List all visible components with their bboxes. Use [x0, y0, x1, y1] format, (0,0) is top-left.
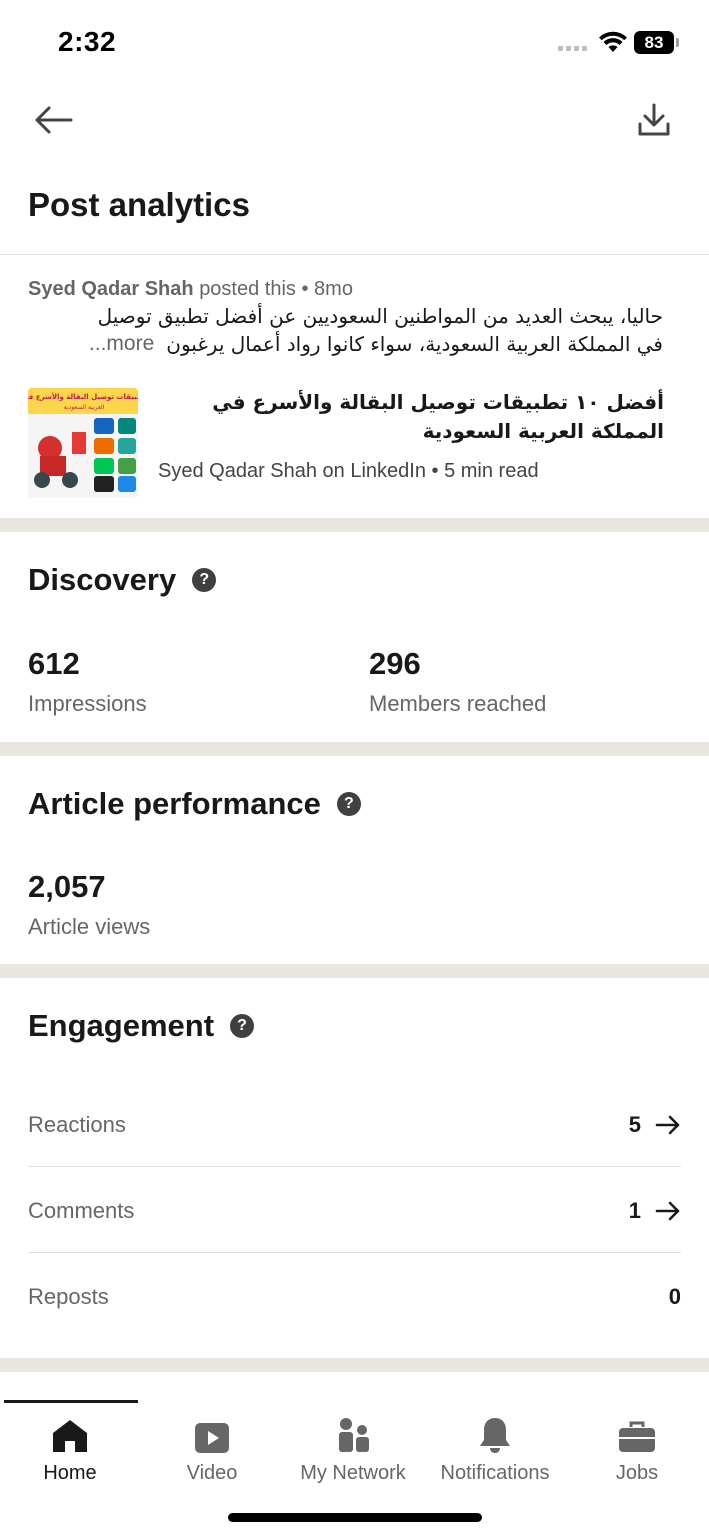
- tab-jobs[interactable]: Jobs: [567, 1410, 707, 1485]
- article-performance-title: Article performance: [28, 786, 321, 821]
- section-separator: [0, 742, 709, 756]
- impressions-label: Impressions: [28, 691, 147, 716]
- article-performance-section-title: Article performance ?: [28, 786, 361, 822]
- engagement-row-reactions[interactable]: Reactions 5: [28, 1082, 681, 1168]
- divider: [0, 254, 709, 255]
- download-button[interactable]: [630, 96, 678, 144]
- tab-home[interactable]: Home: [0, 1410, 140, 1485]
- help-icon[interactable]: ?: [230, 1014, 255, 1038]
- network-icon: [339, 1418, 369, 1452]
- status-time: 2:32: [58, 26, 117, 57]
- see-more-link[interactable]: ...more: [89, 330, 154, 358]
- post-text[interactable]: حاليا، يبحث العديد من المواطنين السعوديي…: [23, 302, 663, 358]
- divider: [28, 1252, 681, 1253]
- discovery-title: Discovery: [28, 562, 177, 597]
- tab-notifications[interactable]: Notifications: [425, 1410, 565, 1485]
- wifi-icon: [599, 31, 627, 52]
- home-icon: [53, 1420, 87, 1452]
- status-bar: 2:32 83: [0, 0, 709, 86]
- thumb-caption: تطبيقات توصيل البقالة والأسرع في: [28, 392, 138, 401]
- discovery-section-title: Discovery ?: [28, 562, 217, 598]
- members-reached-label: Members reached: [369, 691, 547, 716]
- tab-label: Notifications: [440, 1462, 550, 1484]
- battery-icon: 83: [634, 31, 680, 54]
- post-text-line-1: حاليا، يبحث العديد من المواطنين السعوديي…: [97, 304, 663, 328]
- article-views-label: Article views: [28, 914, 151, 939]
- section-separator: [0, 518, 709, 532]
- bell-icon: [480, 1418, 510, 1453]
- arrow-right-icon: [655, 1115, 680, 1135]
- members-reached-value: 296: [369, 646, 421, 681]
- divider: [28, 1166, 681, 1167]
- help-icon[interactable]: ?: [336, 792, 361, 816]
- article-title: أفضل ١٠ تطبيقات توصيل البقالة والأسرع في…: [212, 390, 664, 443]
- page-title: Post analytics: [28, 186, 250, 223]
- tab-my-network[interactable]: My Network: [283, 1410, 423, 1485]
- comments-count: 1: [628, 1198, 641, 1223]
- comments-label: Comments: [28, 1198, 135, 1223]
- tab-label: Video: [186, 1462, 238, 1484]
- article-subtitle: Syed Qadar Shah on LinkedIn • 5 min read: [158, 460, 539, 482]
- briefcase-icon: [619, 1421, 655, 1452]
- article-card[interactable]: تطبيقات توصيل البقالة والأسرع في العربية…: [28, 388, 681, 498]
- impressions-value: 612: [28, 646, 80, 681]
- help-icon[interactable]: ?: [192, 568, 217, 592]
- back-button[interactable]: [30, 98, 78, 142]
- engagement-row-comments[interactable]: Comments 1: [28, 1168, 681, 1254]
- article-info: أفضل ١٠ تطبيقات توصيل البقالة والأسرع في…: [158, 388, 678, 498]
- tab-label: Jobs: [615, 1462, 659, 1484]
- arrow-right-icon: [655, 1201, 680, 1221]
- post-author[interactable]: Syed Qadar Shah: [28, 278, 194, 300]
- engagement-title: Engagement: [28, 1008, 215, 1043]
- video-icon: [195, 1423, 229, 1453]
- engagement-row-reposts: Reposts 0: [28, 1254, 681, 1340]
- svg-text:العربية السعودية: العربية السعودية: [64, 404, 105, 411]
- post-text-line-2: في المملكة العربية السعودية، سواء كانوا …: [166, 332, 663, 356]
- article-views-value: 2,057: [28, 869, 106, 904]
- post-meta: Syed Qadar Shah posted this • 8mo: [28, 278, 353, 301]
- post-meta-suffix: posted this • 8mo: [199, 278, 353, 300]
- battery-level: 83: [634, 31, 674, 54]
- download-icon: [638, 103, 670, 136]
- home-indicator[interactable]: [228, 1513, 482, 1522]
- cellular-signal-icon: [558, 46, 587, 51]
- section-separator: [0, 964, 709, 978]
- active-tab-indicator: [4, 1400, 138, 1403]
- reactions-count: 5: [628, 1112, 641, 1137]
- engagement-section-title: Engagement ?: [28, 1008, 255, 1044]
- reposts-label: Reposts: [28, 1284, 109, 1309]
- article-thumbnail: تطبيقات توصيل البقالة والأسرع في العربية…: [28, 388, 138, 498]
- reposts-count: 0: [668, 1284, 681, 1309]
- arrow-left-icon: [35, 106, 73, 134]
- tab-label: Home: [43, 1462, 97, 1484]
- tab-label: My Network: [300, 1462, 406, 1484]
- reactions-label: Reactions: [28, 1112, 126, 1137]
- section-separator: [0, 1358, 709, 1372]
- tab-video[interactable]: Video: [142, 1410, 282, 1485]
